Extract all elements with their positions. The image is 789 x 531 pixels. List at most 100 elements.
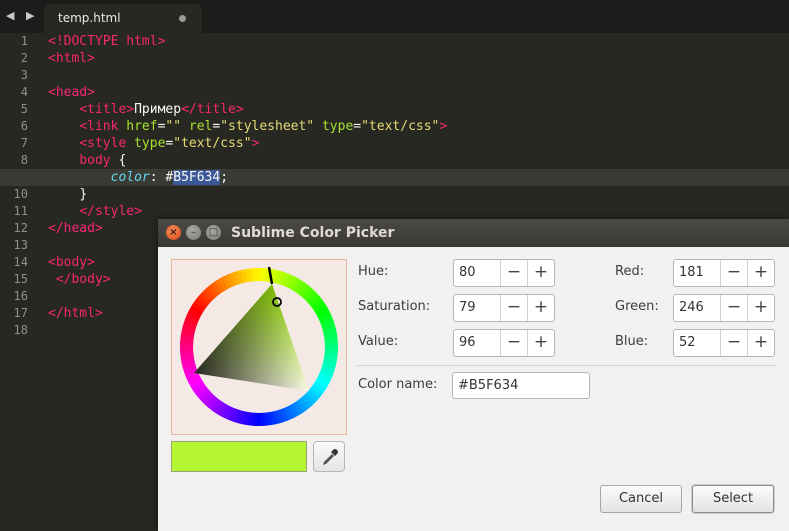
- blue-spinbox[interactable]: 52 − +: [673, 329, 775, 357]
- title-text: Пример: [134, 102, 182, 117]
- saturation-label: Saturation:: [358, 299, 431, 314]
- red-spinbox[interactable]: 181 − +: [673, 259, 775, 287]
- unsaved-dot-icon[interactable]: [179, 15, 186, 22]
- attr-type-value: "text/css": [361, 119, 440, 134]
- tab-temp-html[interactable]: temp.html: [44, 4, 202, 33]
- select-button[interactable]: Select: [692, 485, 774, 513]
- maximize-icon[interactable]: □: [206, 225, 221, 240]
- code-line: <link href="" rel="stylesheet" type="tex…: [79, 119, 448, 134]
- green-decrement-button[interactable]: −: [720, 295, 747, 321]
- eyedropper-icon: [323, 449, 338, 465]
- color-name-label: Color name:: [358, 377, 438, 392]
- style-close-tag: </style>: [79, 204, 142, 219]
- green-label: Green:: [615, 299, 659, 314]
- red-decrement-button[interactable]: −: [720, 260, 747, 286]
- color-wheel[interactable]: [171, 259, 347, 435]
- attr-href-value: "": [165, 119, 182, 134]
- line-number: 7: [20, 136, 28, 150]
- code-line: <head>: [48, 84, 789, 101]
- green-value[interactable]: 246: [679, 300, 704, 315]
- attr-rel: rel: [188, 119, 213, 134]
- color-name-field[interactable]: #B5F634: [452, 372, 590, 399]
- css-close-brace: }: [79, 187, 88, 202]
- hue-ring-segment[interactable]: [253, 268, 261, 282]
- tab-title: temp.html: [58, 11, 121, 25]
- hue-spinbox[interactable]: 80 − +: [453, 259, 555, 287]
- red-value[interactable]: 181: [679, 265, 704, 280]
- head-close-tag: </head>: [48, 221, 103, 236]
- line-number-gutter: 1 2 3 4 5 6 7 8 9 10 11 12 13 14 15 16 1…: [0, 33, 36, 339]
- line-number: 11: [13, 204, 28, 218]
- line-number: 8: [20, 153, 28, 167]
- attr-rel-value: "stylesheet": [220, 119, 315, 134]
- close-icon[interactable]: ×: [166, 225, 181, 240]
- css-brace: {: [118, 153, 127, 168]
- dialog-title: Sublime Color Picker: [231, 225, 395, 241]
- line-number: 12: [13, 221, 28, 235]
- color-name-value[interactable]: #B5F634: [458, 378, 518, 393]
- red-label: Red:: [615, 264, 645, 279]
- line-number: 2: [20, 51, 28, 65]
- title-open-tag: <title>: [79, 102, 135, 117]
- line-number: 18: [13, 323, 28, 337]
- line-number: 14: [13, 255, 28, 269]
- tag-end: >: [439, 119, 448, 134]
- blue-value[interactable]: 52: [679, 335, 696, 350]
- dialog-titlebar[interactable]: × – □ Sublime Color Picker: [158, 219, 789, 247]
- code-line: body {: [48, 152, 789, 169]
- red-increment-button[interactable]: +: [747, 260, 774, 286]
- color-swatch: [171, 441, 307, 472]
- cancel-button[interactable]: Cancel: [600, 485, 682, 513]
- title-close-tag: </title>: [181, 102, 244, 117]
- code-line: <!DOCTYPE html>: [48, 33, 789, 50]
- code-line: <style type="text/css">: [79, 136, 260, 151]
- eyedropper-button[interactable]: [313, 441, 345, 472]
- line-number: 3: [20, 68, 28, 82]
- color-picker-dialog: × – □ Sublime Color Picker Hue: 80 − + S…: [158, 219, 789, 531]
- blue-decrement-button[interactable]: −: [720, 330, 747, 356]
- css-property: color: [110, 170, 150, 185]
- code-line-active: color: #B5F634;: [0, 169, 789, 186]
- attr-type: type: [134, 136, 166, 151]
- line-number: 1: [20, 34, 28, 48]
- line-number: 15: [13, 272, 28, 286]
- hue-increment-button[interactable]: +: [527, 260, 554, 286]
- html-open-tag: <html>: [48, 51, 95, 66]
- saturation-value[interactable]: 79: [459, 300, 476, 315]
- body-open-tag: <body>: [48, 255, 95, 270]
- attr-type-value: "text/css": [173, 136, 252, 151]
- value-increment-button[interactable]: +: [527, 330, 554, 356]
- css-colon: :: [149, 170, 158, 185]
- code-line: </style>: [48, 203, 789, 220]
- hue-value[interactable]: 80: [459, 265, 476, 280]
- tab-nav-arrows[interactable]: ◀ ▶: [6, 9, 38, 22]
- hue-ring-triangle[interactable]: [172, 260, 346, 434]
- attr-href: href: [126, 119, 158, 134]
- saturation-increment-button[interactable]: +: [527, 295, 554, 321]
- hue-decrement-button[interactable]: −: [500, 260, 527, 286]
- green-increment-button[interactable]: +: [747, 295, 774, 321]
- blue-increment-button[interactable]: +: [747, 330, 774, 356]
- tag-end: >: [251, 136, 260, 151]
- tab-bar: ◀ ▶ temp.html: [0, 0, 789, 33]
- doctype-text: <!DOCTYPE html>: [48, 34, 166, 49]
- code-line: <title>Пример</title>: [48, 101, 789, 118]
- css-selector: body: [79, 153, 111, 168]
- blue-label: Blue:: [615, 334, 649, 349]
- saturation-decrement-button[interactable]: −: [500, 295, 527, 321]
- line-number: 16: [13, 289, 28, 303]
- value-decrement-button[interactable]: −: [500, 330, 527, 356]
- value-value[interactable]: 96: [459, 335, 476, 350]
- saturation-spinbox[interactable]: 79 − +: [453, 294, 555, 322]
- line-number: 10: [13, 187, 28, 201]
- attr-type: type: [321, 119, 354, 134]
- green-spinbox[interactable]: 246 − +: [673, 294, 775, 322]
- html-close-tag: </html>: [48, 306, 103, 321]
- value-label: Value:: [358, 334, 399, 349]
- minimize-icon[interactable]: –: [186, 225, 201, 240]
- separator: [356, 365, 776, 366]
- link-tag: <link: [79, 119, 119, 134]
- value-spinbox[interactable]: 96 − +: [453, 329, 555, 357]
- selected-color-value[interactable]: B5F634: [173, 170, 221, 185]
- style-open-tag: <style: [79, 136, 127, 151]
